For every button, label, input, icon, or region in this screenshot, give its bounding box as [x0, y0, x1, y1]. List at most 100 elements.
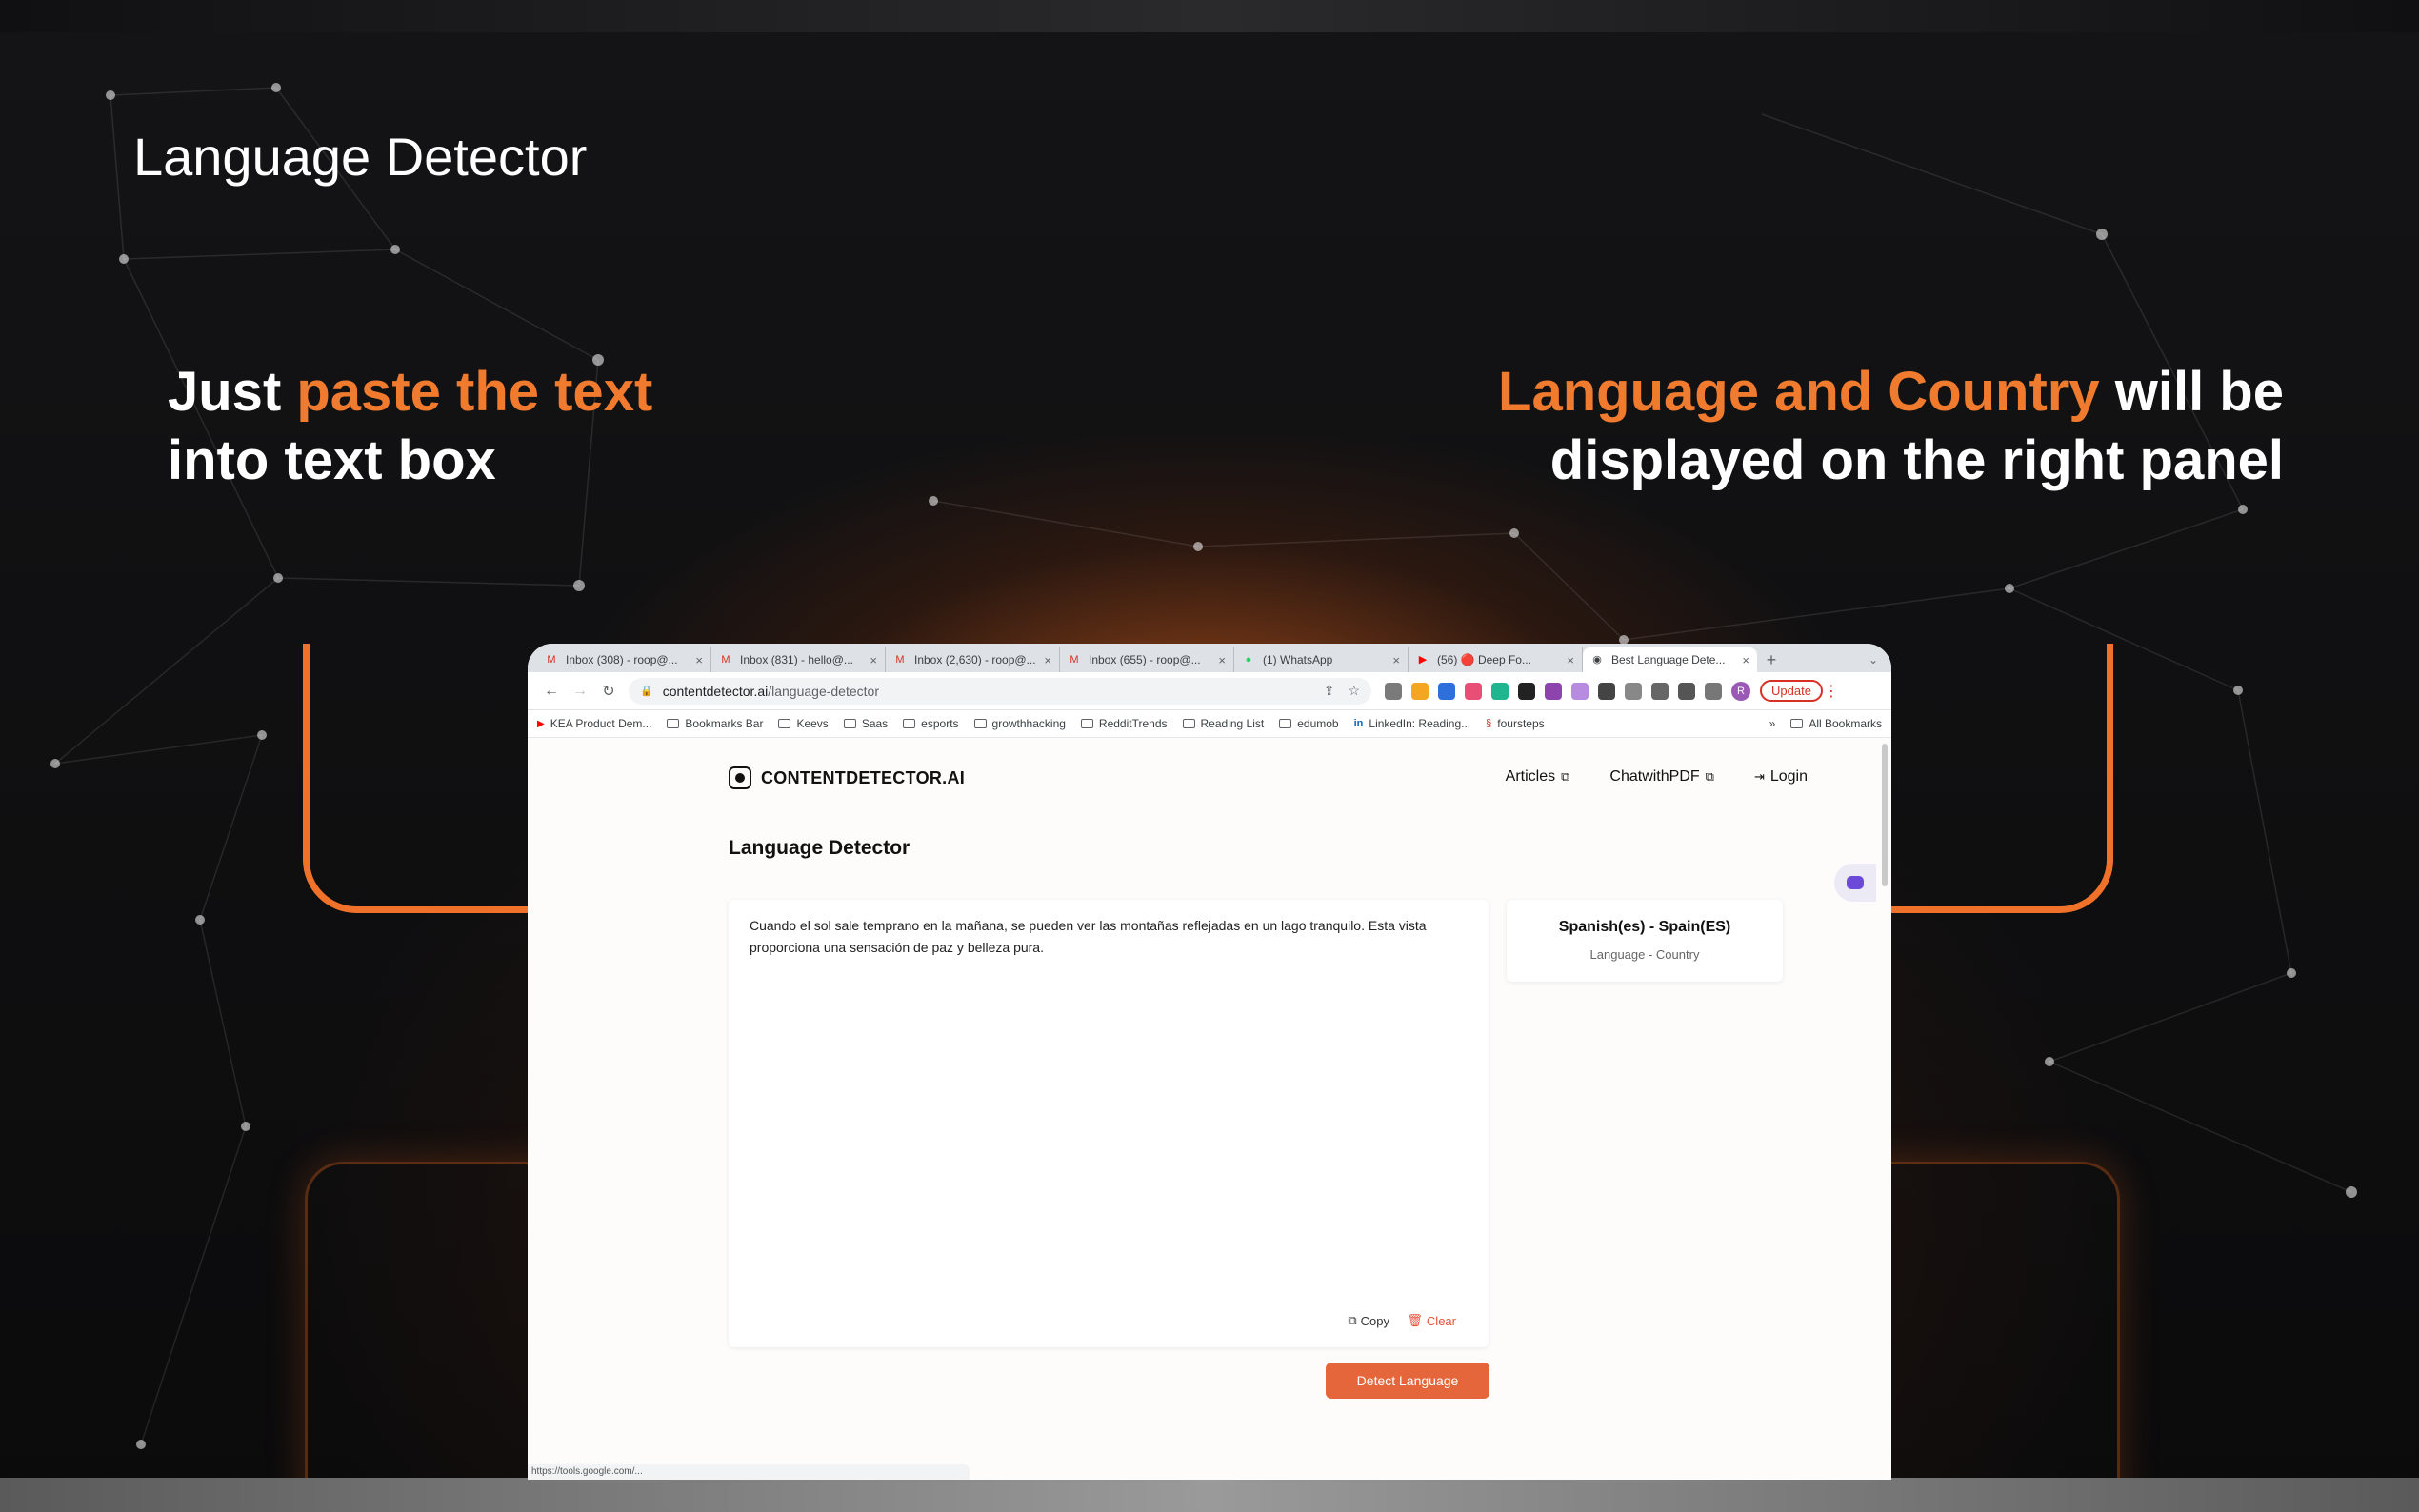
bookmark-item[interactable]: in LinkedIn: Reading... — [1354, 717, 1471, 730]
close-icon[interactable]: × — [1392, 653, 1400, 667]
logo-text: CONTENTDETECTOR.AI — [761, 767, 966, 787]
left-connector-bracket — [303, 644, 532, 913]
extension-icon[interactable] — [1625, 682, 1642, 700]
tab-search-icon[interactable]: ⌄ — [1869, 647, 1878, 672]
detect-language-button[interactable]: Detect Language — [1326, 1363, 1489, 1399]
folder-icon — [843, 719, 856, 728]
gmail-icon: M — [721, 654, 730, 666]
bookmark-folder[interactable]: Reading List — [1182, 717, 1265, 730]
extension-icon[interactable] — [1465, 682, 1482, 700]
page-title: Language Detector — [729, 837, 910, 859]
avatar[interactable]: R — [1731, 681, 1750, 701]
address-bar[interactable]: 🔒 contentdetector.ai/language-detector ⇪… — [629, 677, 1371, 705]
update-button[interactable]: Update — [1760, 680, 1823, 702]
web-page: CONTENTDETECTOR.AI Articles ⧉ ChatwithPDF… — [528, 738, 1891, 1480]
close-icon[interactable]: × — [1218, 653, 1226, 667]
right-connector-bracket — [1888, 644, 2113, 913]
browser-tab[interactable]: M Inbox (308) - roop@... × — [537, 647, 711, 672]
tab-label: (56) 🔴 Deep Fo... — [1437, 653, 1531, 666]
bookmark-label: esports — [921, 717, 959, 730]
nav-articles-link[interactable]: Articles ⧉ — [1506, 768, 1570, 786]
kebab-menu-icon[interactable]: ⋮ — [1823, 682, 1840, 701]
bookmark-item[interactable]: ▶ KEA Product Dem... — [537, 717, 651, 730]
status-bar-url: https://tools.google.com/... — [528, 1464, 970, 1480]
bookmark-folder[interactable]: growthhacking — [973, 717, 1066, 730]
login-link[interactable]: ⇥ Login — [1754, 768, 1808, 786]
youtube-icon: ▶ — [537, 718, 545, 729]
gmail-icon: M — [547, 654, 556, 666]
sidepanel-icon[interactable] — [1705, 682, 1722, 700]
tab-label: Inbox (655) - roop@... — [1089, 653, 1201, 666]
result-panel: Spanish(es) - Spain(ES) Language - Count… — [1507, 900, 1783, 982]
copy-label: Copy — [1360, 1313, 1389, 1328]
bookmark-item[interactable]: § foursteps — [1486, 717, 1544, 730]
folder-icon — [667, 719, 680, 728]
result-label: Language - Country — [1589, 947, 1700, 962]
scrollbar[interactable] — [1882, 744, 1888, 886]
lock-icon: 🔒 — [640, 686, 653, 697]
nav-label: Login — [1769, 768, 1808, 785]
all-bookmarks-folder[interactable]: All Bookmarks — [1790, 717, 1882, 730]
external-link-icon: ⧉ — [1705, 769, 1714, 784]
bookmark-label: Reading List — [1200, 717, 1265, 730]
close-icon[interactable]: × — [1044, 653, 1051, 667]
bookmark-folder[interactable]: edumob — [1279, 717, 1339, 730]
share-icon[interactable]: ⇪ — [1324, 683, 1335, 699]
bookmark-folder[interactable]: esports — [903, 717, 959, 730]
linkedin-icon: in — [1353, 718, 1364, 729]
star-icon[interactable]: ☆ — [1348, 683, 1360, 699]
close-icon[interactable]: × — [695, 653, 703, 667]
bookmark-label: All Bookmarks — [1809, 717, 1882, 730]
text-input[interactable]: Cuando el sol sale temprano en la mañana… — [750, 915, 1473, 959]
bookmark-folder[interactable]: Keevs — [778, 717, 829, 730]
browser-toolbar: ← → ↻ 🔒 contentdetector.ai/language-dete… — [528, 672, 1891, 710]
browser-tab[interactable]: M Inbox (2,630) - roop@... × — [886, 647, 1060, 672]
bookmarks-overflow-icon[interactable]: » — [1769, 717, 1776, 730]
download-icon[interactable] — [1678, 682, 1695, 700]
bookmark-label: RedditTrends — [1098, 717, 1168, 730]
slide-background: Language Detector Just paste the text in… — [0, 0, 2419, 1512]
tab-label: Best Language Dete... — [1611, 653, 1726, 666]
browser-tab[interactable]: ▶ (56) 🔴 Deep Fo... × — [1409, 647, 1583, 672]
nav-label: ChatwithPDF — [1609, 768, 1700, 785]
extension-icon[interactable] — [1438, 682, 1455, 700]
browser-tab[interactable]: M Inbox (831) - hello@... × — [711, 647, 886, 672]
extension-icon[interactable] — [1491, 682, 1509, 700]
reading-list-icon[interactable] — [1651, 682, 1669, 700]
back-icon[interactable]: ← — [537, 683, 566, 700]
bookmark-folder[interactable]: Bookmarks Bar — [667, 717, 763, 730]
copy-button[interactable]: ⧉ Copy — [1348, 1313, 1389, 1328]
bookmark-label: growthhacking — [991, 717, 1066, 730]
text-input-card[interactable]: Cuando el sol sale temprano en la mañana… — [729, 900, 1489, 1347]
bookmark-label: Bookmarks Bar — [685, 717, 764, 730]
puzzle-icon[interactable] — [1598, 682, 1615, 700]
bookmark-folder[interactable]: Saas — [843, 717, 889, 730]
slide-heading: Language Detector — [133, 127, 588, 187]
browser-tab-active[interactable]: ◉ Best Language Dete... × — [1583, 647, 1757, 672]
extension-icon[interactable] — [1545, 682, 1562, 700]
chatbot-icon[interactable] — [1834, 864, 1876, 902]
extension-icon[interactable] — [1385, 682, 1402, 700]
extension-icon[interactable] — [1571, 682, 1589, 700]
folder-icon — [1279, 719, 1292, 728]
clear-button[interactable]: 🗑 Clear — [1407, 1313, 1456, 1328]
browser-tab[interactable]: ● (1) WhatsApp × — [1234, 647, 1409, 672]
site-logo[interactable]: CONTENTDETECTOR.AI — [729, 766, 965, 789]
close-icon[interactable]: × — [1742, 653, 1749, 667]
extension-icon[interactable] — [1518, 682, 1535, 700]
new-tab-button[interactable]: + — [1757, 647, 1786, 672]
bookmark-label: KEA Product Dem... — [550, 717, 652, 730]
bookmark-label: Saas — [861, 717, 889, 730]
clear-label: Clear — [1426, 1313, 1456, 1328]
reload-icon[interactable]: ↻ — [594, 682, 623, 701]
tab-label: Inbox (831) - hello@... — [740, 653, 853, 666]
bookmark-folder[interactable]: RedditTrends — [1080, 717, 1168, 730]
close-icon[interactable]: × — [870, 653, 877, 667]
browser-tab[interactable]: M Inbox (655) - roop@... × — [1060, 647, 1234, 672]
bookmark-label: foursteps — [1497, 717, 1545, 730]
login-icon: ⇥ — [1753, 769, 1765, 784]
nav-chatwithpdf-link[interactable]: ChatwithPDF ⧉ — [1609, 768, 1714, 786]
close-icon[interactable]: × — [1567, 653, 1574, 667]
extension-icon[interactable] — [1411, 682, 1429, 700]
forward-icon[interactable]: → — [566, 683, 594, 700]
